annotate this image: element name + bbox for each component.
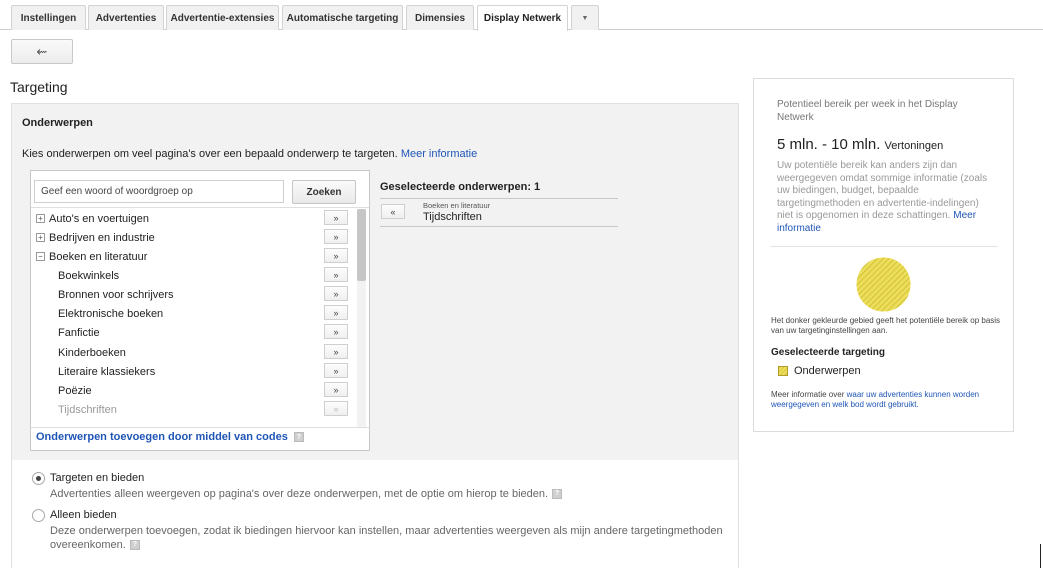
add-topic-button[interactable]: » <box>324 324 348 339</box>
tree-item-fanfictie[interactable]: Fanfictie <box>58 323 100 342</box>
tree-item-tijdschriften: Tijdschriften <box>58 403 117 416</box>
tree-item-poezie[interactable]: Poëzie <box>58 381 92 400</box>
tab-label: Advertenties <box>95 12 157 24</box>
add-topic-button[interactable]: » <box>324 286 348 301</box>
reach-note: Uw potentiële bereik kan anders zijn dan… <box>777 160 995 235</box>
circle-note: Het donker gekleurde gebied geeft het po… <box>771 316 1001 335</box>
remove-topic-button[interactable]: « <box>381 204 405 219</box>
divider <box>380 198 618 199</box>
more-info-link[interactable]: Meer informatie <box>401 148 477 160</box>
chevron-down-icon: ▼ <box>581 14 589 22</box>
target-and-bid-description: Advertenties alleen weergeven op pagina'… <box>50 487 563 501</box>
tree-item-bronnen[interactable]: Bronnen voor schrijvers <box>58 285 174 304</box>
add-topic-button[interactable]: » <box>324 382 348 397</box>
tree-item-bedrijven[interactable]: + Bedrijven en industrie <box>36 228 155 247</box>
add-topic-button[interactable]: » <box>324 229 348 244</box>
tab-label: Advertentie-extensies <box>170 12 275 24</box>
divider <box>380 226 618 227</box>
add-topic-button[interactable]: » <box>324 210 348 225</box>
topic-search-input[interactable]: Geef een woord of woordgroep op <box>34 180 284 203</box>
back-arrow-icon: ⇜ <box>36 43 48 59</box>
reach-label: Potentieel bereik per week in het Displa… <box>777 99 958 123</box>
tree-item-boekwinkels[interactable]: Boekwinkels <box>58 266 119 285</box>
tab-label: Dimensies <box>414 12 466 24</box>
page-title: Targeting <box>10 79 68 95</box>
tab-dimensies[interactable]: Dimensies <box>406 5 474 30</box>
add-topic-button-disabled: » <box>324 401 348 416</box>
target-and-bid-label[interactable]: Targeten en bieden <box>50 472 144 484</box>
add-topic-button[interactable]: » <box>324 305 348 320</box>
tree-item-boeken[interactable]: − Boeken en literatuur <box>36 247 147 266</box>
bid-only-description: Deze onderwerpen toevoegen, zodat ik bie… <box>50 524 740 552</box>
reach-value-number: 5 mln. - 10 mln. <box>777 136 881 153</box>
reach-value: 5 mln. - 10 mln. Vertoningen <box>777 136 943 153</box>
option-description-text: Advertenties alleen weergeven op pagina'… <box>50 488 549 500</box>
target-and-bid-radio[interactable] <box>32 472 45 485</box>
topics-heading: Onderwerpen <box>22 117 93 129</box>
add-topic-button[interactable]: » <box>324 248 348 263</box>
reach-value-unit: Vertoningen <box>884 140 944 152</box>
bid-only-label[interactable]: Alleen bieden <box>50 509 117 521</box>
tab-display-netwerk[interactable]: Display Netwerk <box>477 5 568 31</box>
more-info-text: Meer informatie over waar uw advertentie… <box>771 390 1001 410</box>
tab-automatische-targeting[interactable]: Automatische targeting <box>282 5 403 30</box>
more-info-prefix: Meer informatie over <box>771 390 845 399</box>
tab-label: Automatische targeting <box>286 12 399 24</box>
reach-circle-icon <box>856 257 911 312</box>
option-description-text: Deze onderwerpen toevoegen, zodat ik bie… <box>50 525 723 537</box>
edge-mark <box>1040 544 1041 568</box>
tree-item-label: Auto's en voertuigen <box>49 212 149 225</box>
selected-topic-parent: Boeken en literatuur <box>423 201 491 210</box>
add-by-codes-link[interactable]: Onderwerpen toevoegen door middel van co… <box>36 431 304 443</box>
divider <box>31 427 369 428</box>
topics-description-text: Kies onderwerpen om veel pagina's over e… <box>22 148 398 160</box>
add-topic-button[interactable]: » <box>324 363 348 378</box>
collapse-icon[interactable]: − <box>36 252 45 261</box>
tab-advertentie-extensies[interactable]: Advertentie-extensies <box>166 5 279 30</box>
tree-item-label: Boeken en literatuur <box>49 250 148 263</box>
tree-item-label: Bedrijven en industrie <box>49 231 155 244</box>
search-button[interactable]: Zoeken <box>292 180 356 204</box>
scrollbar-thumb[interactable] <box>357 209 366 281</box>
back-button[interactable]: ⇜ <box>11 39 73 64</box>
selected-targeting-heading: Geselecteerde targeting <box>771 347 885 358</box>
legend-label: Onderwerpen <box>794 365 861 377</box>
help-icon[interactable]: ? <box>293 432 304 442</box>
tree-item-elektronische-boeken[interactable]: Elektronische boeken <box>58 304 163 323</box>
bid-only-radio[interactable] <box>32 509 45 522</box>
add-topic-button[interactable]: » <box>324 344 348 359</box>
add-topic-button[interactable]: » <box>324 267 348 282</box>
selected-topics-heading: Geselecteerde onderwerpen: 1 <box>380 181 541 193</box>
tab-label: Instellingen <box>20 12 77 24</box>
tree-item-autos[interactable]: + Auto's en voertuigen <box>36 209 149 228</box>
legend-swatch-icon <box>778 366 788 376</box>
divider <box>770 246 998 247</box>
help-icon[interactable]: ? <box>552 489 563 500</box>
tab-instellingen[interactable]: Instellingen <box>11 5 86 30</box>
tab-advertenties[interactable]: Advertenties <box>88 5 164 30</box>
expand-icon[interactable]: + <box>36 233 45 242</box>
selected-topic-label: Tijdschriften <box>423 211 482 223</box>
tree-item-kinderboeken[interactable]: Kinderboeken <box>58 343 126 362</box>
add-by-codes-label: Onderwerpen toevoegen door middel van co… <box>36 431 288 443</box>
reach-panel <box>753 78 1014 432</box>
divider <box>31 207 369 208</box>
tab-label: Display Netwerk <box>483 13 562 24</box>
tab-more-button[interactable]: ▼ <box>571 5 599 30</box>
help-icon[interactable]: ? <box>129 540 140 551</box>
option-description-text: overeenkomen. <box>50 539 126 551</box>
topics-description: Kies onderwerpen om veel pagina's over e… <box>22 148 477 160</box>
tree-item-literaire-klassiekers[interactable]: Literaire klassiekers <box>58 362 155 381</box>
expand-icon[interactable]: + <box>36 214 45 223</box>
